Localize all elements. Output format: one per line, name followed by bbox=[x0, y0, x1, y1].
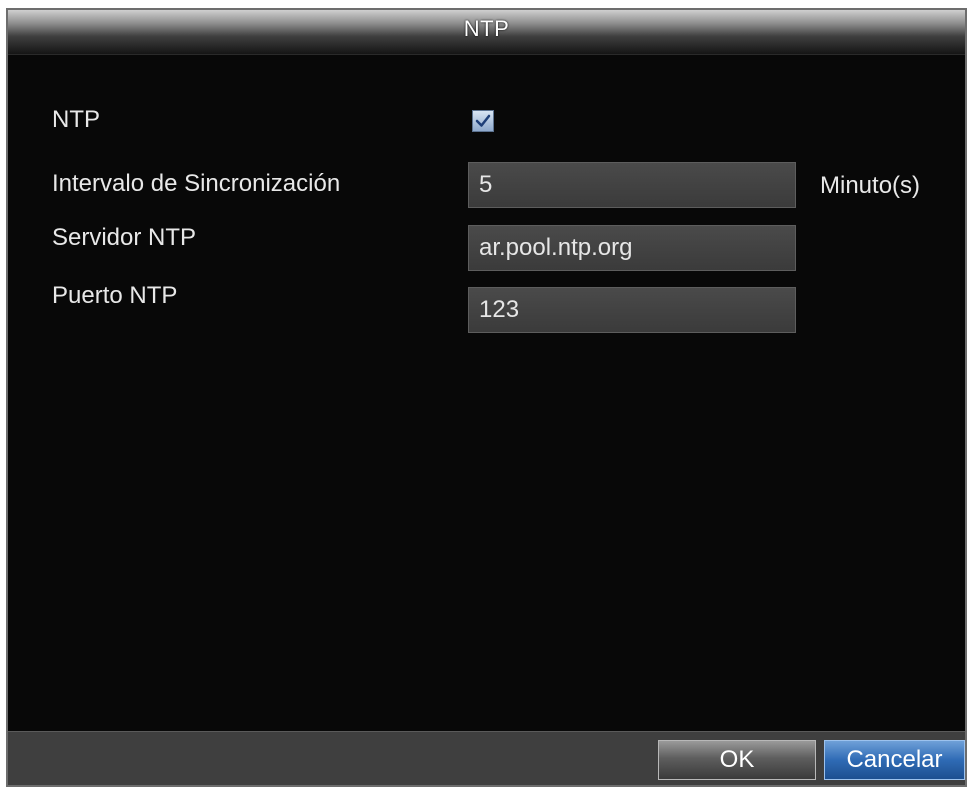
ntp-port-input[interactable]: 123 bbox=[468, 287, 796, 333]
interval-unit-label: Minuto(s) bbox=[820, 172, 921, 199]
ntp-server-input[interactable]: ar.pool.ntp.org bbox=[468, 225, 796, 271]
ntp-dialog: NTP NTP Intervalo de Sincronización 5 Mi… bbox=[6, 8, 967, 787]
title-bar: NTP bbox=[8, 10, 965, 55]
ntp-label: NTP bbox=[52, 106, 100, 133]
ok-button[interactable]: OK bbox=[658, 740, 816, 780]
ntp-port-label: Puerto NTP bbox=[52, 282, 178, 309]
sync-interval-label: Intervalo de Sincronización bbox=[52, 170, 341, 197]
button-bar: OK Cancelar bbox=[8, 731, 965, 785]
checkmark-icon bbox=[475, 114, 491, 127]
dialog-title: NTP bbox=[463, 16, 510, 41]
ntp-enable-checkbox[interactable] bbox=[472, 110, 494, 132]
sync-interval-input[interactable]: 5 bbox=[468, 162, 796, 208]
ntp-server-label: Servidor NTP bbox=[52, 224, 197, 251]
cancel-button[interactable]: Cancelar bbox=[824, 740, 965, 780]
